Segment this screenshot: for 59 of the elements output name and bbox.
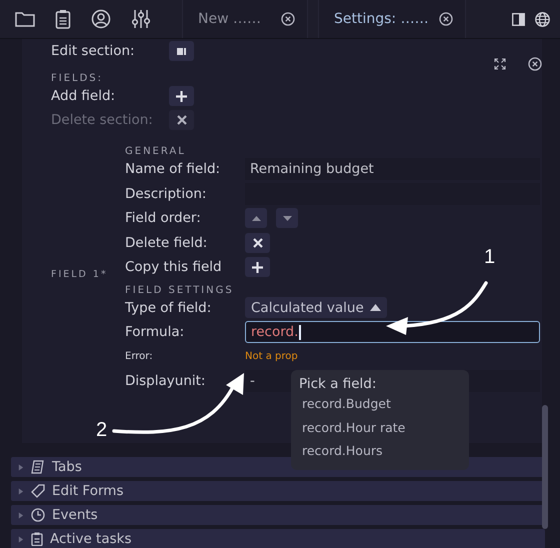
- field-label: Type of field:: [125, 300, 212, 316]
- field-label: Delete field:: [125, 234, 208, 251]
- field-label: Edit section:: [51, 43, 136, 59]
- sliders-icon[interactable]: [131, 9, 151, 29]
- field-label: Copy this field: [125, 259, 223, 276]
- field-label: Error:: [125, 351, 154, 362]
- add-field-button[interactable]: [169, 86, 194, 106]
- section-heading: FIELD SETTINGS: [125, 284, 235, 296]
- close-icon[interactable]: [528, 57, 542, 71]
- x-icon: [176, 115, 186, 125]
- field-label: Formula:: [125, 324, 186, 340]
- error-message: Not a prop: [245, 351, 298, 362]
- suggestion-item[interactable]: record.Budget: [299, 396, 469, 420]
- user-icon[interactable]: [91, 9, 111, 29]
- folder-icon[interactable]: [15, 11, 35, 27]
- x-icon: [252, 238, 262, 248]
- section-heading: GENERAL: [125, 146, 187, 157]
- field-label: Name of field:: [125, 161, 222, 178]
- tag-icon: [31, 484, 45, 498]
- input-field[interactable]: Remaining budget: [245, 158, 540, 180]
- popup-title: Pick a field:: [299, 376, 378, 392]
- field-title: FIELD 1*: [51, 269, 109, 280]
- accordion-header[interactable]: Events: [11, 505, 545, 525]
- field-label: Add field:: [51, 88, 116, 104]
- move-down-button[interactable]: [276, 208, 298, 228]
- field-label: Description:: [125, 186, 208, 202]
- edit-button[interactable]: [169, 41, 194, 61]
- plus-icon: [252, 262, 263, 273]
- globe-icon[interactable]: [535, 12, 550, 26]
- expand-icon[interactable]: [494, 58, 506, 70]
- field-label: Field order:: [125, 210, 202, 226]
- field-label: Delete section:: [51, 112, 154, 128]
- close-icon[interactable]: [281, 12, 295, 26]
- panel-icon[interactable]: [512, 12, 525, 26]
- delete-field-button[interactable]: [245, 232, 270, 253]
- accordion-header[interactable]: Edit Forms: [11, 481, 545, 501]
- accordion-header[interactable]: Active tasks: [11, 529, 545, 548]
- field-label: Displayunit:: [125, 373, 206, 390]
- clock-icon: [31, 508, 45, 522]
- annotation-number: 2: [96, 419, 108, 442]
- type-dropdown[interactable]: Calculated value: [245, 297, 387, 318]
- annotation-number: 1: [484, 246, 496, 269]
- clipboard-icon: [31, 532, 43, 546]
- caret-icon: [370, 304, 381, 312]
- triangle-up-icon: [252, 216, 260, 221]
- tab[interactable]: Settings: ……: [318, 0, 466, 38]
- formula-input[interactable]: record.: [245, 321, 540, 344]
- tab[interactable]: New ……: [182, 0, 308, 38]
- clipboard-icon[interactable]: [55, 9, 71, 29]
- copy-field-button[interactable]: [245, 257, 270, 278]
- move-up-button[interactable]: [245, 208, 267, 228]
- notes-icon: [31, 460, 45, 474]
- suggestion-item[interactable]: record.Hour rate: [299, 420, 469, 443]
- close-icon[interactable]: [439, 12, 453, 26]
- scrollbar[interactable]: [542, 405, 548, 529]
- section-heading: FIELDS:: [51, 73, 104, 84]
- plus-icon: [176, 90, 187, 102]
- triangle-down-icon: [282, 216, 292, 221]
- edit-icon: [176, 47, 186, 55]
